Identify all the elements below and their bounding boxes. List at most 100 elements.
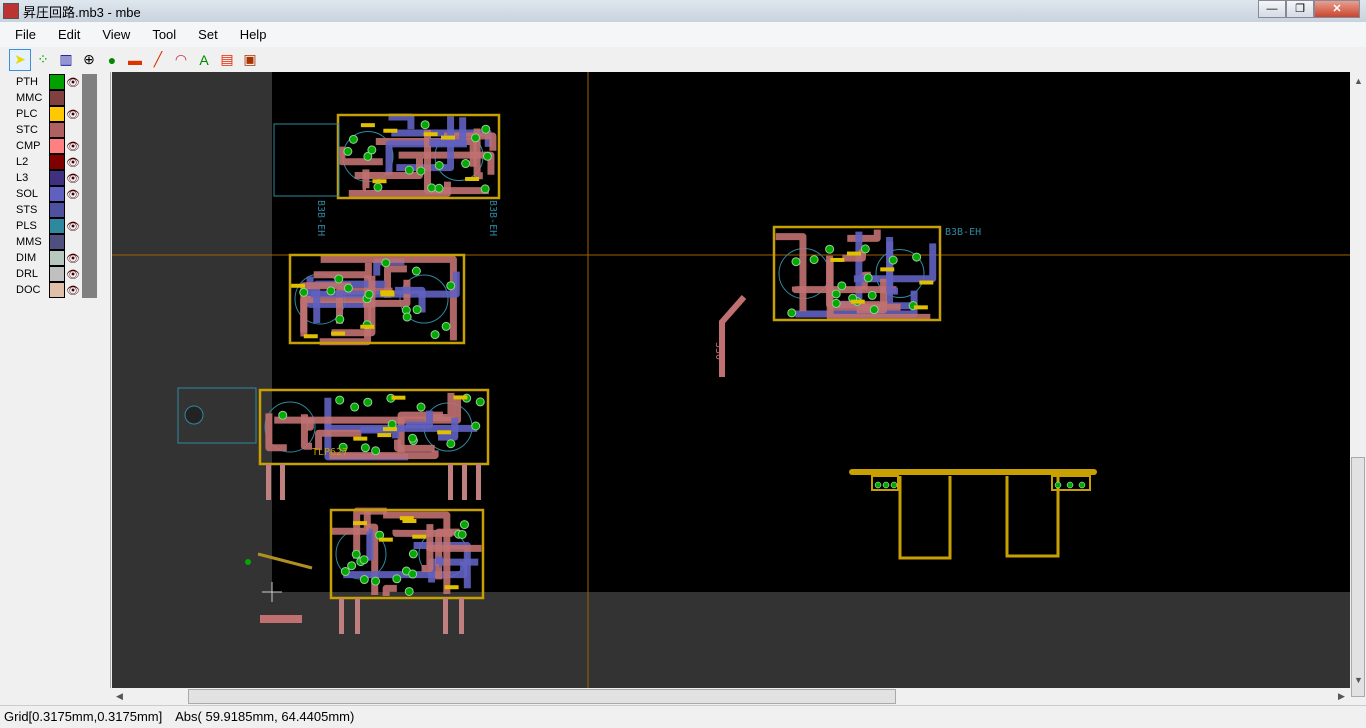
pcb-label: B3B-EH	[315, 200, 326, 236]
window-title: 昇圧回路.mb3 - mbe	[23, 4, 141, 20]
vertical-scroll-thumb[interactable]	[1351, 457, 1365, 697]
layer-name: STS	[16, 204, 38, 216]
maximize-button[interactable]: ❐	[1286, 0, 1314, 18]
layer-pth[interactable]: PTH 👁	[0, 74, 100, 90]
close-button[interactable]: ✕	[1314, 0, 1360, 18]
rectangle-icon: ▬	[128, 51, 142, 68]
ruler-icon: ▥	[59, 51, 73, 67]
eye-icon[interactable]: 👁	[65, 220, 81, 233]
layer-color-swatch[interactable]	[49, 106, 65, 122]
fill-icon: ▤	[220, 51, 234, 67]
grid-readout: Grid[0.3175mm,0.3175mm]	[4, 709, 163, 724]
eye-icon[interactable]: 👁	[65, 188, 81, 201]
layer-color-swatch[interactable]	[49, 74, 65, 90]
pad-tool-button[interactable]: ●	[101, 49, 123, 71]
layer-cmp[interactable]: CMP 👁	[0, 138, 100, 154]
horizontal-scroll-thumb[interactable]	[188, 689, 896, 704]
layer-color-swatch[interactable]	[49, 154, 65, 170]
layer-stc[interactable]: STC	[0, 122, 100, 138]
layer-color-swatch[interactable]	[49, 266, 65, 282]
layer-name: MMS	[16, 236, 42, 248]
line-icon: ╱	[153, 51, 163, 67]
eye-icon[interactable]: 👁	[65, 268, 81, 281]
app-icon	[3, 3, 19, 19]
status-bar: Grid[0.3175mm,0.3175mm] Abs( 59.9185mm, …	[0, 705, 1366, 728]
layer-name: PLC	[16, 108, 38, 120]
minimize-button[interactable]: —	[1258, 0, 1286, 18]
layer-name: L3	[16, 172, 29, 184]
pointer-tool-button[interactable]: ➤	[9, 48, 31, 71]
toolbar: ➤ ⁘ ▥ ⊕ ● ▬ ╱ ◠ A ▤ ▣	[0, 47, 1366, 72]
layer-mms[interactable]: MMS	[0, 234, 100, 250]
pcb-label: TLP627	[312, 447, 348, 458]
arc-icon: ◠	[174, 51, 188, 67]
layer-color-swatch[interactable]	[49, 234, 65, 250]
layer-l3[interactable]: L3 👁	[0, 170, 100, 186]
vertical-scrollbar[interactable]: ▲ ▼	[1350, 72, 1366, 697]
eye-icon[interactable]: 👁	[65, 172, 81, 185]
pcb-label: B3B-EH	[945, 227, 981, 238]
layer-l2[interactable]: L2 👁	[0, 154, 100, 170]
layer-color-swatch[interactable]	[49, 186, 65, 202]
layer-name: DIM	[16, 252, 37, 264]
layer-pls[interactable]: PLS 👁	[0, 218, 100, 234]
component-icon: ⁘	[37, 51, 49, 67]
menu-tool[interactable]: Tool	[143, 27, 185, 42]
layer-sts[interactable]: STS	[0, 202, 100, 218]
eye-icon[interactable]: 👁	[65, 284, 81, 297]
layer-color-swatch[interactable]	[49, 90, 65, 106]
fill-tool-button[interactable]: ▤	[216, 49, 238, 71]
component-tool-button[interactable]: ⁘	[32, 49, 54, 71]
horizontal-scrollbar[interactable]: ◀ ▶	[112, 688, 1350, 705]
menu-set[interactable]: Set	[189, 27, 227, 42]
pcb-label: 330	[713, 342, 724, 360]
text-tool-button[interactable]: A	[193, 49, 215, 71]
layer-panel: PTH 👁 MMC PLC 👁 STC CMP 👁 L2 👁 L3 👁 SOL 👁 STS PLS 👁 MMS DI…	[0, 72, 111, 688]
layer-mmc[interactable]: MMC	[0, 90, 100, 106]
layer-color-swatch[interactable]	[49, 282, 65, 298]
circle-plus-icon: ⊕	[83, 51, 95, 67]
eye-icon[interactable]: 👁	[65, 76, 81, 89]
layer-sol[interactable]: SOL 👁	[0, 186, 100, 202]
menu-file[interactable]: File	[6, 27, 45, 42]
eye-icon[interactable]: 👁	[65, 108, 81, 121]
layer-color-swatch[interactable]	[49, 122, 65, 138]
abs-coordinate-readout: Abs( 59.9185mm, 64.4405mm)	[175, 709, 355, 724]
array-icon: ▣	[243, 51, 257, 67]
layer-color-swatch[interactable]	[49, 138, 65, 154]
arc-tool-button[interactable]: ◠	[170, 49, 192, 71]
line-tool-button[interactable]: ╱	[147, 49, 169, 71]
layer-drl[interactable]: DRL 👁	[0, 266, 100, 282]
eye-icon[interactable]: 👁	[65, 252, 81, 265]
circle-plus-tool-button[interactable]: ⊕	[78, 49, 100, 71]
layer-name: L2	[16, 156, 29, 168]
layer-color-swatch[interactable]	[49, 202, 65, 218]
layer-name: STC	[16, 124, 38, 136]
array-tool-button[interactable]: ▣	[239, 49, 261, 71]
pointer-icon: ➤	[14, 51, 26, 67]
title-bar: 昇圧回路.mb3 - mbe — ❐ ✕	[0, 0, 1366, 22]
layer-plc[interactable]: PLC 👁	[0, 106, 100, 122]
layer-name: PLS	[16, 220, 37, 232]
layer-name: CMP	[16, 140, 41, 152]
pcb-label: B3B-EH	[487, 200, 498, 236]
layer-name: DOC	[16, 284, 41, 296]
eye-icon[interactable]: 👁	[65, 140, 81, 153]
rectangle-tool-button[interactable]: ▬	[124, 49, 146, 71]
menu-edit[interactable]: Edit	[49, 27, 89, 42]
eye-icon[interactable]: 👁	[65, 156, 81, 169]
layer-doc[interactable]: DOC 👁	[0, 282, 100, 298]
layer-dim[interactable]: DIM 👁	[0, 250, 100, 266]
menu-help[interactable]: Help	[231, 27, 276, 42]
layer-name: MMC	[16, 92, 43, 104]
menu-view[interactable]: View	[93, 27, 139, 42]
layer-color-swatch[interactable]	[49, 250, 65, 266]
layer-color-swatch[interactable]	[49, 170, 65, 186]
text-icon: A	[199, 51, 209, 68]
ruler-tool-button[interactable]: ▥	[55, 49, 77, 71]
pcb-canvas[interactable]: B3B-EH B3B-EH B3B-EH 330 TLP627	[112, 72, 1350, 688]
layer-name: PTH	[16, 76, 38, 88]
layer-color-swatch[interactable]	[49, 218, 65, 234]
pad-icon: ●	[107, 51, 117, 68]
menu-bar: File Edit View Tool Set Help	[0, 22, 1366, 47]
